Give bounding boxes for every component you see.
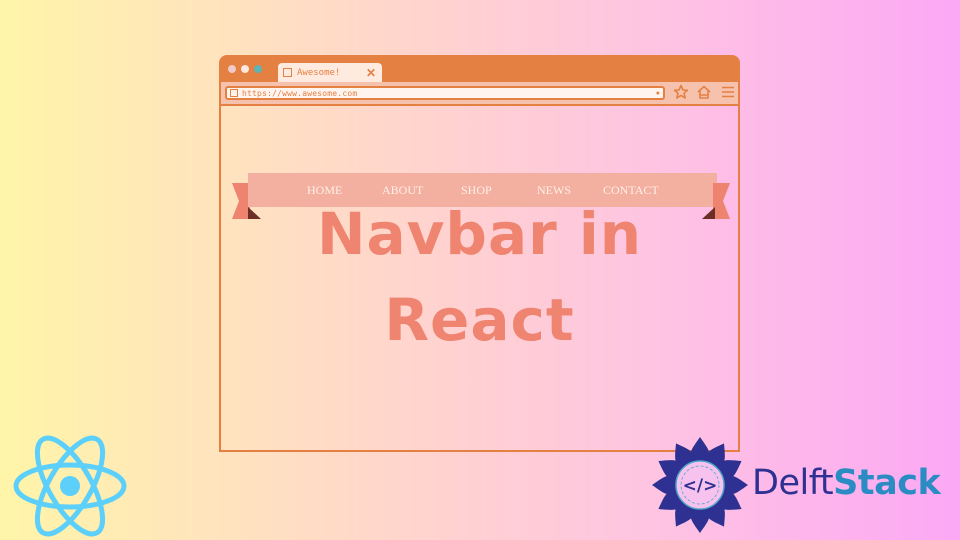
browser-content: HOME ABOUT SHOP NEWS CONTACT [219,106,740,452]
window-minimize-dot[interactable] [241,65,249,73]
window-close-dot[interactable] [228,65,236,73]
home-icon[interactable] [696,84,712,105]
window-maximize-dot[interactable] [254,65,262,73]
delftstack-wordmark: DelftStack [752,463,941,503]
delftstack-wordmark-stack: Stack [833,463,941,503]
emblem-code: </> [683,476,718,496]
delftstack-emblem-icon: </> [652,437,748,533]
headline-line-1: Navbar in [316,200,643,268]
search-icon[interactable]: ● [656,90,660,97]
browser-toolbar: https://www.awesome.com ● [219,82,740,106]
react-logo-icon [13,435,127,537]
star-icon[interactable] [673,84,689,105]
headline-line-2: React [384,286,575,354]
delftstack-wordmark-delft: Delft [752,463,834,503]
page-icon [230,89,238,97]
browser-titlebar: Awesome! ✕ [219,55,740,82]
page-icon [283,68,292,77]
url-text: https://www.awesome.com [242,88,358,98]
browser-tab[interactable]: Awesome! ✕ [278,63,382,82]
menu-icon[interactable] [720,84,736,105]
address-bar[interactable]: https://www.awesome.com ● [225,86,665,100]
close-icon[interactable]: ✕ [366,67,376,79]
tab-title: Awesome! [297,67,341,78]
